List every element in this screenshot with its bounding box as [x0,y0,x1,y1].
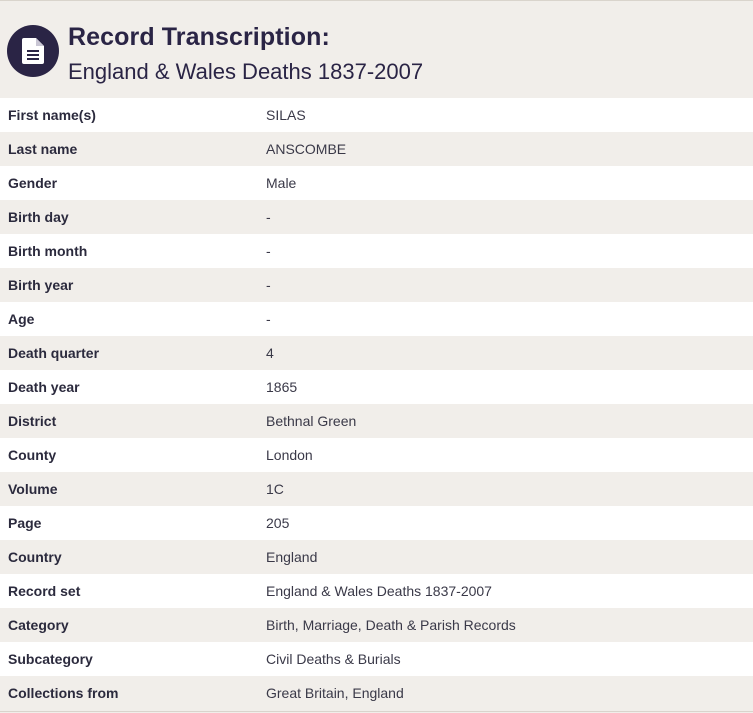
field-label: Record set [8,583,81,599]
table-row: First name(s) SILAS [0,98,753,132]
field-value: - [266,209,271,225]
field-value: England [266,549,318,565]
field-label: Birth month [8,243,88,259]
table-row: Gender Male [0,166,753,200]
field-label: First name(s) [8,107,96,123]
table-row: Age - [0,302,753,336]
field-label: County [8,447,57,463]
record-set-subtitle: England & Wales Deaths 1837-2007 [68,59,424,84]
field-label: Birth day [8,209,69,225]
field-label: Age [8,311,35,327]
table-row: District Bethnal Green [0,404,753,438]
field-value: England & Wales Deaths 1837-2007 [266,583,492,599]
field-value: London [266,447,313,463]
table-row: Record set England & Wales Deaths 1837-20… [0,574,753,608]
table-row: Country England [0,540,753,574]
field-value: 1865 [266,379,298,395]
field-label: Last name [8,141,78,157]
table-row: Death year 1865 [0,370,753,404]
record-header: Record Transcription: England & Wales De… [0,1,753,97]
table-row: Birth day - [0,200,753,234]
field-value: 205 [266,515,290,531]
page-title: Record Transcription: [68,23,330,51]
table-row: County London [0,438,753,472]
table-row: Volume 1C [0,472,753,506]
field-label: Death year [8,379,80,395]
table-row: Category Birth, Marriage, Death & Parish … [0,608,753,642]
field-value: - [266,311,271,327]
table-row: Birth month - [0,234,753,268]
table-row: Collections from Great Britain, England [0,676,753,710]
field-value: Birth, Marriage, Death & Parish Records [266,617,516,633]
field-label: Volume [8,481,58,497]
field-label: Birth year [8,277,74,293]
table-row: Last name ANSCOMBE [0,132,753,166]
field-label: Subcategory [8,651,93,667]
table-row: Death quarter 4 [0,336,753,370]
table-row: Subcategory Civil Deaths & Burials [0,642,753,676]
record-transcription-page: Record Transcription: England & Wales De… [0,0,753,713]
field-value: - [266,243,271,259]
field-value: ANSCOMBE [266,141,347,157]
field-value: Bethnal Green [266,413,357,429]
field-value: SILAS [266,107,306,123]
field-label: District [8,413,57,429]
field-value: Civil Deaths & Burials [266,651,401,667]
field-value: - [266,277,271,293]
field-value: Great Britain, England [266,685,404,701]
field-value: 4 [266,345,274,361]
field-label: Country [8,549,62,565]
table-row: Birth year - [0,268,753,302]
document-icon [7,25,59,77]
field-label: Page [8,515,42,531]
field-label: Collections from [8,685,119,701]
field-value: Male [266,175,297,191]
field-label: Death quarter [8,345,100,361]
record-table: First name(s) SILAS Last name ANSCOMBE Gende… [0,98,753,710]
field-label: Category [8,617,69,633]
divider [0,711,753,712]
table-row: Page 205 [0,506,753,540]
field-value: 1C [266,481,284,497]
field-label: Gender [8,175,58,191]
